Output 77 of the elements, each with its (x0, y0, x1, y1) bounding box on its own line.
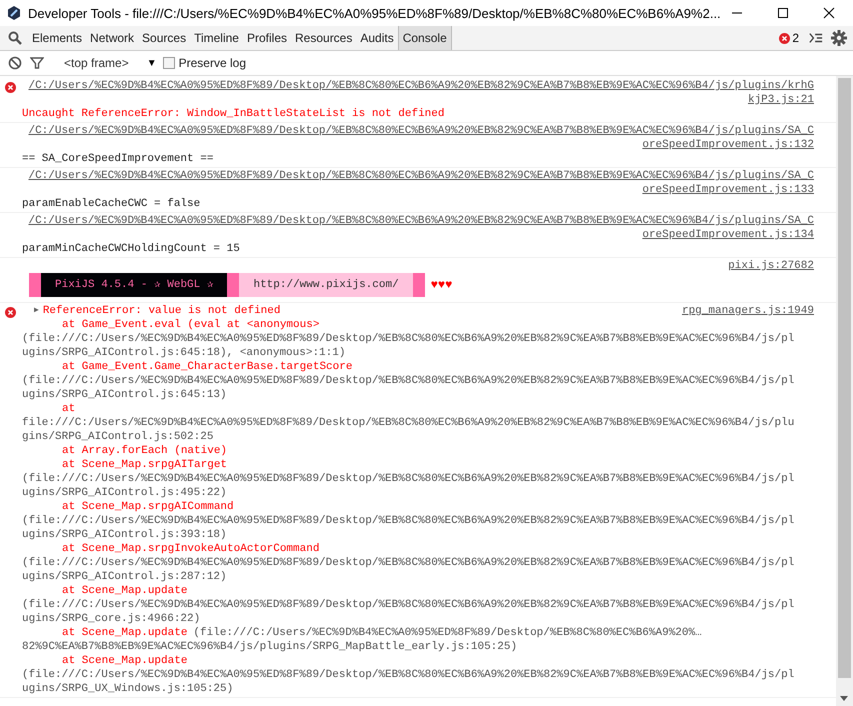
panel-tab[interactable]: Timeline (190, 26, 243, 50)
console-message: == SA_CoreSpeedImprovement == (22, 152, 214, 166)
stack-location: ugins/SRPG_AIControl.js:645:18), <anonymous>:1:1) (22, 346, 346, 360)
stack-location: (file:///C:/Users/%EC%9D%B4%EC%A0%95%ED%8F%89/Desktop/%EB%8C%80%EC%B6%A9%20%EB%82%9C%EA%B7%B8%EB%9E%AC%EC%96%B4/js/pl (22, 514, 794, 528)
close-icon[interactable] (823, 7, 835, 19)
banner-stripe (412, 273, 425, 297)
scrollbar-thumb[interactable] (838, 78, 851, 678)
panel-tab[interactable]: Profiles (242, 26, 291, 50)
source-link[interactable]: /C:/Users/%EC%9D%B4%EC%A0%95%ED%8F%89/Desktop/%EB%8C%80%EC%B6%A9%20%EB%82%9C%EA%B7%B8%EB%9E%AC%EC%96%B4/js/plugins/SA_C (28, 169, 814, 183)
stack-frame: at Scene_Map.srpgAICommand (62, 500, 234, 514)
stack-location: file:///C:/Users/%EC%9D%B4%EC%A0%95%ED%8F%89/Desktop/%EB%8C%80%EC%B6%A9%20%EB%82%9C%EA%B7%B8%EB%9E%AC%EC%96%B4/js/plu (22, 416, 794, 430)
stack-frame: at Scene_Map.update (62, 654, 188, 668)
banner-url: http://www.pixijs.com/ (239, 273, 413, 297)
search-icon[interactable] (8, 31, 22, 45)
panel-tab[interactable]: Console (398, 26, 452, 50)
scroll-down-icon[interactable] (840, 696, 848, 702)
source-link[interactable]: /C:/Users/%EC%9D%B4%EC%A0%95%ED%8F%89/Desktop/%EB%8C%80%EC%B6%A9%20%EB%82%9C%EA%B7%B8%EB%9E%AC%EC%96%B4/js/plugins/krhG (28, 79, 814, 93)
source-link[interactable]: kjP3.js:21 (748, 93, 814, 107)
stack-location: ugins/SRPG_core.js:4966:22) (22, 612, 200, 626)
preserve-log-checkbox[interactable] (162, 57, 175, 69)
hearts-text: ♥♥♥ (430, 277, 452, 294)
console-drawer-icon[interactable] (809, 31, 823, 45)
stack-location: (file:///C:/Users/%EC%9D%B4%EC%A0%95%ED%8F%89/Desktop/%EB%8C%80%EC%B6%A9%20%EB%82%9C%EA%B7%B8%EB%9E%AC%EC%96%B4/js/pl (22, 598, 794, 612)
source-link[interactable]: oreSpeedImprovement.js:133 (642, 183, 814, 197)
stack-frame: at Array.forEach (native) (62, 444, 228, 458)
panel-tab[interactable]: Audits (356, 26, 398, 50)
banner-title: PixiJS 4.5.4 - ✰ WebGL ✰ (41, 273, 228, 297)
context-selector[interactable]: <top frame> (64, 56, 129, 70)
stack-location: (file:///C:/Users/%EC%9D%B4%EC%A0%95%ED%8F%89/Desktop/%EB%8C%80%EC%B6%A9%20%EB%82%9C%EA%B7%B8%EB%9E%AC%EC%96%B4/js/pl (22, 374, 794, 388)
panel-tab[interactable]: Resources (291, 26, 356, 50)
source-link[interactable]: /C:/Users/%EC%9D%B4%EC%A0%95%ED%8F%89/Desktop/%EB%8C%80%EC%B6%A9%20%EB%82%9C%EA%B7%B8%EB%9E%AC%EC%96%B4/js/plugins/SA_C (28, 124, 814, 138)
clear-console-icon[interactable] (8, 56, 22, 70)
stack-location: (file:///C:/Users/%EC%9D%B4%EC%A0%95%ED%8F%89/Desktop/%EB%8C%80%EC%B6%A9%20%EB%82%9C%EA%B7%B8%EB%9E%AC%EC%96%B4/js/pl (22, 472, 794, 486)
console-message: paramEnableCacheCWC = false (22, 197, 202, 211)
error-icon (5, 307, 16, 318)
stack-frame: at Game_Event.Game_CharacterBase.targetScore (62, 360, 352, 374)
stack-frame: at Scene_Map.srpgInvokeAutoActorCommand (62, 542, 320, 556)
stack-location: (file:///C:/Users/%EC%9D%B4%EC%A0%95%ED%8F%89/Desktop/%EB%8C%80%EC%B6%A9%20%EB%82%9C%EA%B7%B8%EB%9E%AC%EC%96%B4/js/pl (22, 668, 794, 682)
stack-frame: at (62, 402, 76, 416)
settings-icon[interactable] (831, 30, 847, 46)
source-link[interactable]: pixi.js:27682 (728, 259, 814, 273)
panel-tab[interactable]: Elements (28, 26, 86, 50)
error-icon (5, 82, 16, 93)
stack-frame: at Scene_Map.update (62, 584, 188, 598)
panel-tab[interactable]: Network (86, 26, 138, 50)
dropdown-arrow[interactable]: ▼ (146, 58, 157, 68)
console-message: Uncaught ReferenceError: Window_InBattleStateList is not defined (22, 107, 446, 121)
stack-location: 82%9C%EA%B7%B8%EB%9E%AC%EC%96%B4/js/plugins/SRPG_MapBattle_early.js:105:25) (22, 640, 518, 654)
checkbox-label: Preserve log (178, 56, 246, 70)
source-link[interactable]: oreSpeedImprovement.js:132 (642, 138, 814, 152)
source-link[interactable]: /C:/Users/%EC%9D%B4%EC%A0%95%ED%8F%89/Desktop/%EB%8C%80%EC%B6%A9%20%EB%82%9C%EA%B7%B8%EB%9E%AC%EC%96%B4/js/plugins/SA_C (28, 214, 814, 228)
panel-tab[interactable]: Sources (138, 26, 190, 50)
filter-icon[interactable] (30, 56, 44, 70)
stack-location: ugins/SRPG_AIControl.js:495:22) (22, 486, 227, 500)
stack-location: ugins/SRPG_AIControl.js:645:13) (22, 388, 227, 402)
console-message: paramMinCacheCWCHoldingCount = 15 (22, 242, 241, 256)
stack-location: ugins/SRPG_AIControl.js:393:18) (22, 528, 227, 542)
banner-stripe (227, 273, 240, 297)
window-title: Developer Tools - file:///C:/Users/%EC%9D%B4%EC%A0%95%ED%8F%89/Desktop/%EB%8C%80%EC%B6%A9%2... (28, 6, 721, 20)
maximize-icon[interactable] (777, 7, 789, 19)
stack-frame: at Scene_Map.srpgAITarget (62, 458, 228, 472)
banner-stripe (29, 273, 41, 297)
error-icon (779, 32, 790, 44)
stack-location: ugins/SRPG_AIControl.js:287:12) (22, 570, 227, 584)
error-message: ReferenceError: value is not defined (42, 304, 280, 318)
source-link[interactable]: rpg_managers.js:1949 (682, 304, 814, 318)
stack-location: (file:///C:/Users/%EC%9D%B4%EC%A0%95%ED%8F%89/Desktop/%EB%8C%80%EC%B6%A9%20%EB%82%9C%EA%B7%B8%EB%9E%AC%EC%96%B4/js/pl (22, 556, 794, 570)
source-link[interactable]: oreSpeedImprovement.js:134 (642, 228, 814, 242)
expand-toggle[interactable]: ▶ (34, 304, 39, 318)
stack-location: (file:///C:/Users/%EC%9D%B4%EC%A0%95%ED%8F%89/Desktop/%EB%8C%80%EC%B6%A9%20%EB%82%9C%EA%B7%B8%EB%9E%AC%EC%96%B4/js/pl (22, 332, 794, 346)
stack-frame: at Scene_Map.update (62, 626, 188, 640)
stack-location: ugins/SRPG_UX_Windows.js:105:25) (22, 682, 234, 696)
error-count[interactable]: 2 (792, 31, 799, 45)
stack-frame: at Game_Event.eval (eval at <anonymous> (62, 318, 320, 332)
stack-location: gins/SRPG_AIControl.js:502:25 (22, 430, 214, 444)
app-icon (6, 5, 22, 21)
stack-location: (file:///C:/Users/%EC%9D%B4%EC%A0%95%ED%8F%89/Desktop/%EB%8C%80%EC%B6%A9%20%… (193, 626, 702, 640)
